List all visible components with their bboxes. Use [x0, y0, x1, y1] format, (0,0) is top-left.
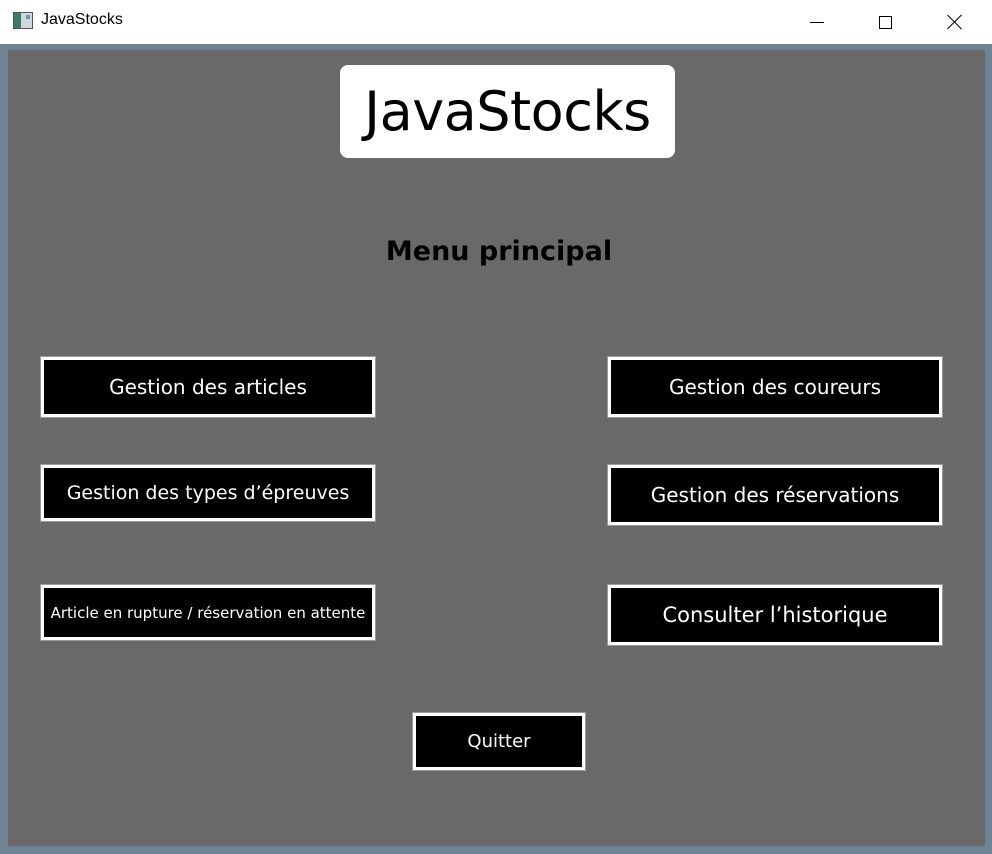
title-bar[interactable]: JavaStocks	[0, 0, 992, 44]
quitter-button[interactable]: Quitter	[413, 713, 585, 770]
close-icon	[947, 14, 963, 30]
gestion-coureurs-button[interactable]: Gestion des coureurs	[608, 357, 942, 417]
app-window: JavaStocks JavaStocks Menu principal Ges…	[0, 0, 992, 854]
article-rupture-button[interactable]: Article en rupture / réservation en atte…	[41, 585, 375, 640]
gestion-articles-button[interactable]: Gestion des articles	[41, 357, 375, 417]
gestion-reservations-button[interactable]: Gestion des réservations	[608, 465, 942, 525]
maximize-icon	[878, 15, 892, 29]
logo-banner: JavaStocks	[340, 65, 675, 158]
page-title: Menu principal	[385, 236, 613, 267]
maximize-button[interactable]	[862, 0, 908, 44]
app-window-icon	[13, 12, 33, 29]
main-panel: JavaStocks Menu principal Gestion des ar…	[8, 50, 985, 846]
consulter-historique-label: Consulter l’historique	[662, 603, 888, 627]
gestion-coureurs-label: Gestion des coureurs	[669, 375, 881, 399]
consulter-historique-button[interactable]: Consulter l’historique	[608, 585, 942, 645]
window-title: JavaStocks	[41, 11, 123, 28]
minimize-icon	[810, 21, 824, 23]
gestion-reservations-label: Gestion des réservations	[650, 483, 900, 507]
article-rupture-label: Article en rupture / réservation en atte…	[50, 603, 366, 622]
close-button[interactable]	[932, 0, 978, 44]
gestion-articles-label: Gestion des articles	[109, 375, 307, 399]
minimize-button[interactable]	[794, 0, 840, 44]
logo-text: JavaStocks	[364, 80, 651, 143]
gestion-types-epreuves-label: Gestion des types d’épreuves	[66, 482, 350, 504]
gestion-types-epreuves-button[interactable]: Gestion des types d’épreuves	[41, 465, 375, 521]
quitter-label: Quitter	[467, 731, 531, 752]
